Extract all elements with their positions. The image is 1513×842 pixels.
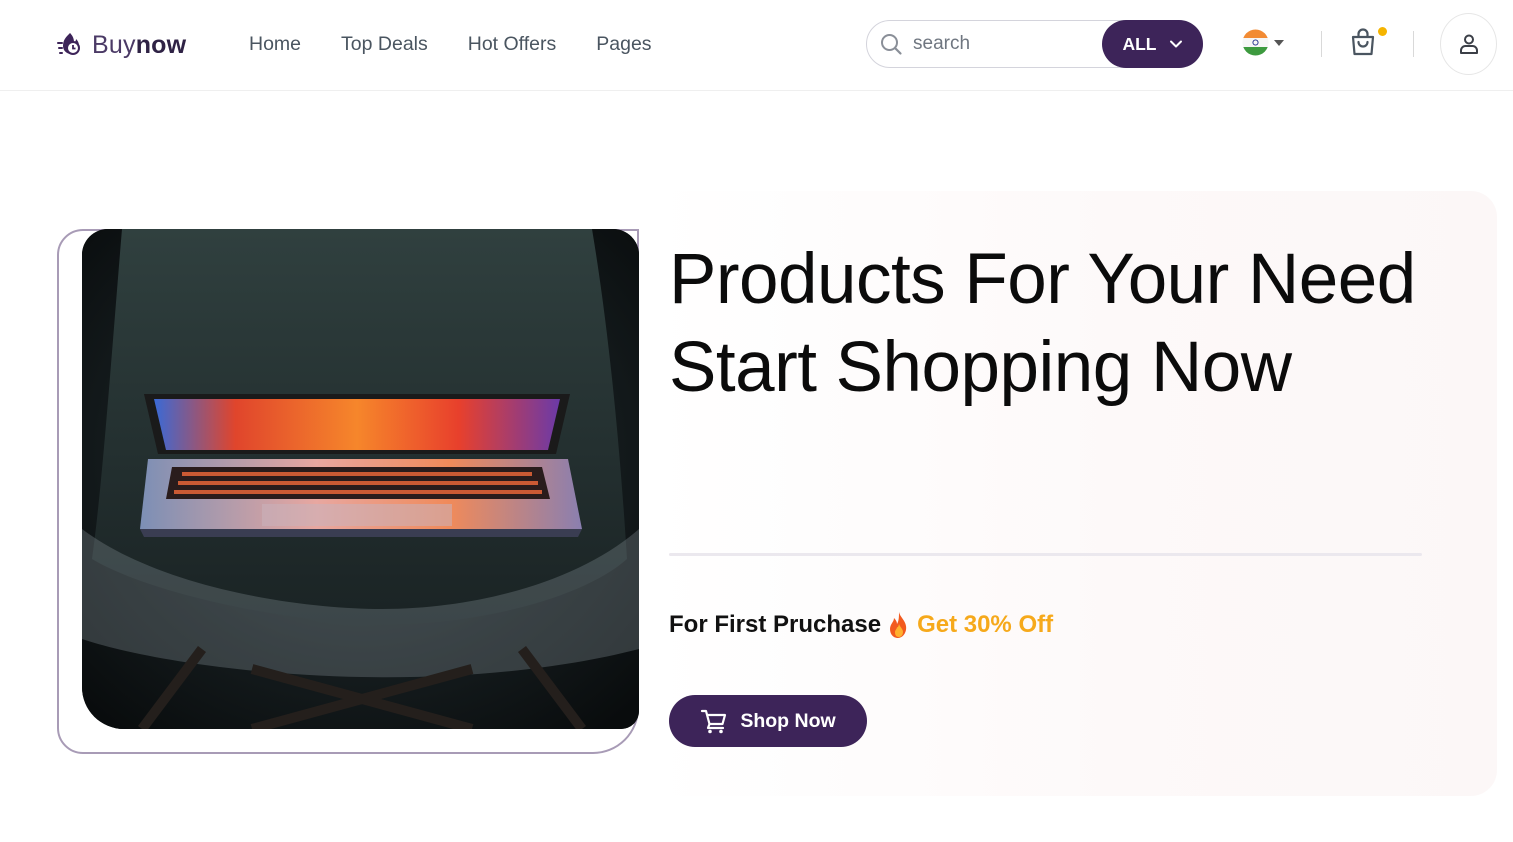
cart-icon (701, 709, 727, 734)
account-button[interactable] (1440, 13, 1497, 75)
user-icon (1459, 34, 1478, 54)
category-select-label: ALL (1122, 33, 1157, 54)
language-selector[interactable] (1242, 29, 1284, 56)
laptop-image (82, 229, 639, 729)
fire-icon (890, 612, 907, 638)
caret-down-icon (1274, 39, 1284, 46)
nav-top-deals[interactable]: Top Deals (341, 31, 428, 57)
logo-text: Buynow (92, 31, 186, 60)
cart-notification-dot (1378, 27, 1387, 36)
nav-hot-offers[interactable]: Hot Offers (468, 31, 557, 57)
logo-text-prefix: Buy (92, 30, 136, 59)
offer-text: For First Pruchase Get 30% Off (669, 611, 1053, 639)
search-icon[interactable] (879, 32, 903, 56)
nav-home[interactable]: Home (249, 31, 301, 57)
logo-text-suffix: now (135, 30, 187, 59)
hero-divider (669, 553, 1422, 556)
india-flag-icon (1242, 29, 1269, 56)
shopping-bag-icon[interactable] (1349, 27, 1377, 57)
site-header: Buynow Home Top Deals Hot Offers Pages A… (0, 0, 1513, 91)
search-bar: ALL (866, 20, 1203, 68)
hero-image (82, 229, 639, 729)
nav-pages[interactable]: Pages (596, 31, 651, 57)
main-nav: Home Top Deals Hot Offers Pages (249, 31, 652, 57)
search-input[interactable] (913, 31, 1098, 57)
header-divider (1321, 31, 1322, 57)
logo[interactable]: Buynow (56, 28, 186, 62)
offer-prefix: For First Pruchase (669, 611, 882, 638)
fire-clock-icon (57, 33, 80, 55)
chevron-down-icon (1169, 40, 1182, 48)
shop-now-button[interactable]: Shop Now (669, 695, 867, 747)
shop-now-label: Shop Now (740, 709, 836, 732)
hero-headline: Products For Your Need Start Shopping No… (669, 240, 1416, 407)
category-select-button[interactable]: ALL (1102, 20, 1203, 68)
header-divider (1413, 31, 1414, 57)
offer-discount: Get 30% Off (917, 611, 1054, 638)
